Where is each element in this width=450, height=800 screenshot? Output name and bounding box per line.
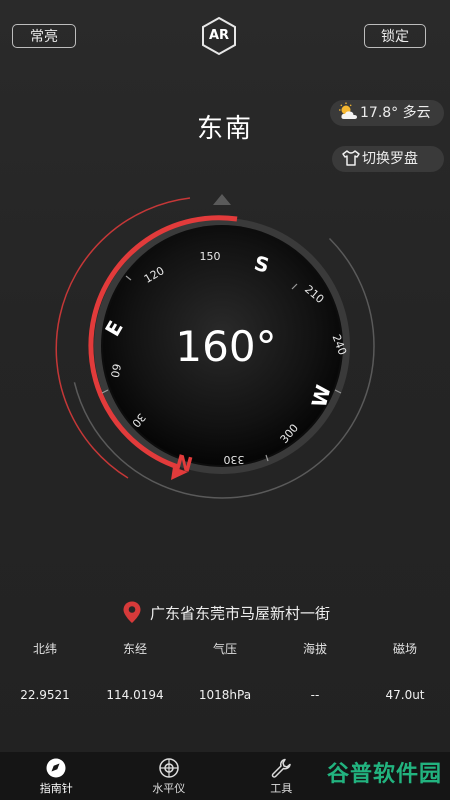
stat-value: --: [310, 688, 320, 702]
stat-value: 114.0194: [106, 688, 164, 702]
nav-label: 水平仪: [152, 782, 186, 795]
switch-compass-text: 切换罗盘: [362, 151, 418, 167]
tick-60: 60: [108, 363, 123, 379]
stat-label: 气压: [212, 642, 237, 656]
stat-value: 1018hPa: [198, 688, 252, 702]
stats-row: 北纬 22.9521 东经 114.0194 气压 1018hPa 海拔 -- …: [0, 634, 450, 702]
compass-icon: [45, 757, 67, 779]
location-row: 广东省东莞市马屋新村一街: [0, 600, 450, 626]
wrench-icon: [270, 757, 292, 779]
switch-compass-button[interactable]: 切换罗盘: [332, 146, 444, 172]
stat-label: 北纬: [32, 642, 57, 656]
stat-value: 47.0ut: [385, 688, 425, 702]
stat-longitude: 东经 114.0194: [90, 634, 180, 702]
stat-label: 东经: [122, 642, 147, 656]
stat-magnetic-field: 磁场 47.0ut: [360, 634, 450, 702]
heading-pointer: [213, 194, 231, 205]
lock-button[interactable]: 锁定: [364, 24, 426, 48]
stat-label: 海拔: [302, 642, 327, 656]
level-icon: [158, 757, 180, 779]
map-pin-icon: [120, 600, 144, 624]
keep-screen-on-button[interactable]: 常亮: [12, 24, 76, 48]
stat-pressure: 气压 1018hPa: [180, 634, 270, 702]
compass-dial[interactable]: 150 210 240 300 330 30 60 120 S W N E 16…: [0, 180, 450, 500]
ar-button[interactable]: AR: [199, 16, 239, 56]
shirt-icon: [340, 148, 362, 168]
partly-cloudy-icon: [338, 102, 360, 122]
nav-level[interactable]: 水平仪: [113, 752, 226, 800]
nav-label: 工具: [270, 782, 293, 795]
stat-value: 22.9521: [20, 688, 70, 702]
tick-330: 330: [224, 453, 245, 466]
nav-compass[interactable]: 指南针: [0, 752, 113, 800]
app-screen: 常亮 AR 锁定 东南 17.8° 多云 切换罗盘 150 210 240 30…: [0, 0, 450, 800]
location-text: 广东省东莞市马屋新村一街: [149, 604, 330, 623]
tick-150: 150: [200, 250, 221, 263]
watermark-logo: 谷普软件园: [326, 762, 442, 787]
ar-label: AR: [208, 28, 230, 43]
stat-altitude: 海拔 --: [270, 634, 360, 702]
heading-degrees: 160°: [175, 322, 276, 371]
stat-latitude: 北纬 22.9521: [0, 634, 90, 702]
weather-text: 17.8° 多云: [360, 105, 431, 121]
stat-label: 磁场: [392, 642, 417, 656]
weather-badge[interactable]: 17.8° 多云: [330, 100, 444, 126]
nav-tools[interactable]: 工具: [225, 752, 338, 800]
nav-label: 指南针: [39, 782, 73, 795]
